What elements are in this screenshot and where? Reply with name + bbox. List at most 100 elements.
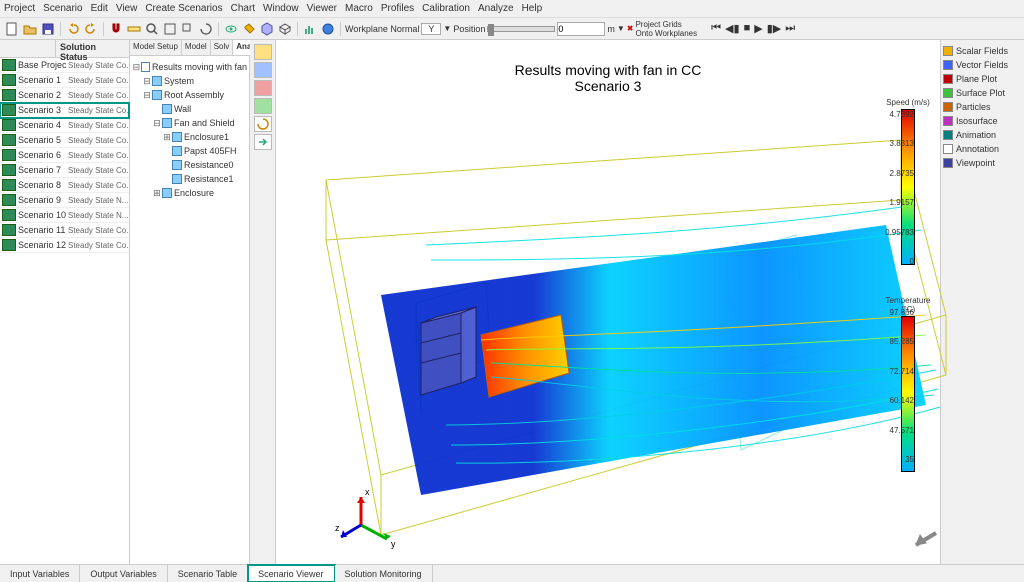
menu-chart[interactable]: Chart xyxy=(231,3,255,14)
tree-item[interactable]: Resistance1 xyxy=(162,172,247,186)
scenario-row[interactable]: Scenario 2Steady State Co... xyxy=(0,88,129,103)
tree-item[interactable]: ⊟Fan and Shield xyxy=(152,116,247,130)
step-back-icon[interactable]: ◀▮ xyxy=(725,22,740,35)
scenario-row[interactable]: Scenario 11Steady State Co... xyxy=(0,223,129,238)
rotate-icon[interactable] xyxy=(198,21,214,37)
menu-macro[interactable]: Macro xyxy=(345,3,373,14)
tree-item[interactable]: ⊞ Enclosure xyxy=(152,186,247,200)
position-unit: m xyxy=(607,24,615,34)
expand-icon[interactable]: ⊟ xyxy=(142,74,152,88)
tp-plane-icon[interactable] xyxy=(254,80,272,96)
menu-window[interactable]: Window xyxy=(263,3,299,14)
scenario-status: Steady State Co... xyxy=(66,181,129,190)
undo-icon[interactable] xyxy=(65,21,81,37)
redo-icon[interactable] xyxy=(83,21,99,37)
menu-viewer[interactable]: Viewer xyxy=(307,3,337,14)
menu-scenario[interactable]: Scenario xyxy=(43,3,82,14)
expand-icon[interactable]: ⊟ xyxy=(152,116,162,130)
tree-item[interactable]: ⊞Enclosure1 xyxy=(162,130,247,144)
rp-vector-fields[interactable]: Vector Fields xyxy=(943,58,1022,72)
menu-analyze[interactable]: Analyze xyxy=(478,3,514,14)
iso-view-icon[interactable] xyxy=(277,21,293,37)
scenario-row[interactable]: Scenario 5Steady State Co... xyxy=(0,133,129,148)
bucket-icon[interactable] xyxy=(241,21,257,37)
menu-help[interactable]: Help xyxy=(522,3,543,14)
menu-view[interactable]: View xyxy=(116,3,138,14)
expand-icon[interactable]: ⊟ xyxy=(142,88,152,102)
menu-calibration[interactable]: Calibration xyxy=(422,3,470,14)
ruler-icon[interactable] xyxy=(126,21,142,37)
tp-surface-icon[interactable] xyxy=(254,98,272,114)
workplane-axis[interactable]: Y xyxy=(421,23,441,35)
open-icon[interactable] xyxy=(22,21,38,37)
scenario-row[interactable]: Scenario 1Steady State Co... xyxy=(0,73,129,88)
zoom-box-icon[interactable] xyxy=(180,21,196,37)
scenario-row[interactable]: Scenario 9Steady State N... xyxy=(0,193,129,208)
zoom-full-icon[interactable] xyxy=(162,21,178,37)
tp-vector-icon[interactable] xyxy=(254,62,272,78)
tp-scalar-icon[interactable] xyxy=(254,44,272,60)
tp-arrow-icon[interactable] xyxy=(254,134,272,150)
tp-rotate-icon[interactable] xyxy=(254,116,272,132)
tree-node-label: Enclosure xyxy=(174,186,214,200)
tab-input-variables[interactable]: Input Variables xyxy=(0,565,80,582)
tree-tab-model-setup[interactable]: Model Setup xyxy=(130,40,182,55)
save-icon[interactable] xyxy=(40,21,56,37)
scenario-name: Scenario 8 xyxy=(18,180,66,190)
menu-project[interactable]: Project xyxy=(4,3,35,14)
position-slider[interactable] xyxy=(487,26,555,32)
tab-scenario-table[interactable]: Scenario Table xyxy=(168,565,248,582)
expand-icon[interactable]: ⊞ xyxy=(162,130,172,144)
chart-icon[interactable] xyxy=(302,21,318,37)
tree-item[interactable]: ⊟Root Assembly xyxy=(142,88,247,102)
new-icon[interactable] xyxy=(4,21,20,37)
3d-viewer[interactable]: Results moving with fan in CC Scenario 3 xyxy=(276,40,940,564)
tree-item[interactable]: Papst 405FH xyxy=(162,144,247,158)
tab-scenario-viewer[interactable]: Scenario Viewer xyxy=(248,565,334,582)
menu-profiles[interactable]: Profiles xyxy=(381,3,414,14)
svg-text:y: y xyxy=(391,539,396,549)
goto-start-icon[interactable]: ⏮ xyxy=(711,22,721,35)
tree-item[interactable]: ⊟System xyxy=(142,74,247,88)
step-fwd-icon[interactable]: ▮▶ xyxy=(767,22,782,35)
scenario-row[interactable]: Scenario 6Steady State Co... xyxy=(0,148,129,163)
scenario-icon xyxy=(2,59,16,71)
tab-output-variables[interactable]: Output Variables xyxy=(80,565,167,582)
scenario-row[interactable]: Base ProjectSteady State Co... xyxy=(0,58,129,73)
menu-edit[interactable]: Edit xyxy=(91,3,108,14)
scenario-status: Steady State Co... xyxy=(66,241,129,250)
rp-plane-plot[interactable]: Plane Plot xyxy=(943,72,1022,86)
tree-node-icon xyxy=(172,146,182,156)
tab-solution-monitoring[interactable]: Solution Monitoring xyxy=(335,565,433,582)
stop-icon[interactable]: ■ xyxy=(744,22,751,35)
scenario-row[interactable]: Scenario 8Steady State Co... xyxy=(0,178,129,193)
scenario-row[interactable]: Scenario 12Steady State Co... xyxy=(0,238,129,253)
expand-icon[interactable]: ⊞ xyxy=(152,186,162,200)
tree-node-icon xyxy=(172,174,182,184)
tree-item[interactable]: Resistance0 xyxy=(162,158,247,172)
rp-scalar-fields[interactable]: Scalar Fields xyxy=(943,44,1022,58)
scenario-row[interactable]: Scenario 10Steady State N... xyxy=(0,208,129,223)
cube-icon[interactable] xyxy=(259,21,275,37)
tree-node-icon xyxy=(152,90,162,100)
eye-icon[interactable] xyxy=(223,21,239,37)
globe-icon[interactable] xyxy=(320,21,336,37)
project-grids-label[interactable]: Project Grids Onto Workplanes xyxy=(635,20,697,38)
zoom-fit-icon[interactable] xyxy=(144,21,160,37)
tree-tab-solv[interactable]: Solv xyxy=(211,40,234,55)
workplane-label: Workplane Normal xyxy=(345,24,419,34)
tree-tab-model[interactable]: Model xyxy=(182,40,211,55)
viewer-title-line1: Results moving with fan in CC xyxy=(515,62,702,78)
play-icon[interactable]: ▶ xyxy=(754,22,762,35)
goto-end-icon[interactable]: ⏭ xyxy=(785,22,795,35)
menu-create-scenarios[interactable]: Create Scenarios xyxy=(145,3,222,14)
tree-item[interactable]: Wall xyxy=(152,102,247,116)
magnet-icon[interactable] xyxy=(108,21,124,37)
scenario-row[interactable]: Scenario 7Steady State Co... xyxy=(0,163,129,178)
tree-root[interactable]: ⊟ Results moving with fan i... xyxy=(132,60,247,74)
model-tree-panel: Model Setup Model Solv Analyze ⊟ Results… xyxy=(130,40,250,564)
scenario-status: Steady State Co... xyxy=(66,106,129,115)
position-input[interactable] xyxy=(557,22,605,36)
scenario-row[interactable]: Scenario 3Steady State Co... xyxy=(0,103,129,118)
scenario-row[interactable]: Scenario 4Steady State Co... xyxy=(0,118,129,133)
